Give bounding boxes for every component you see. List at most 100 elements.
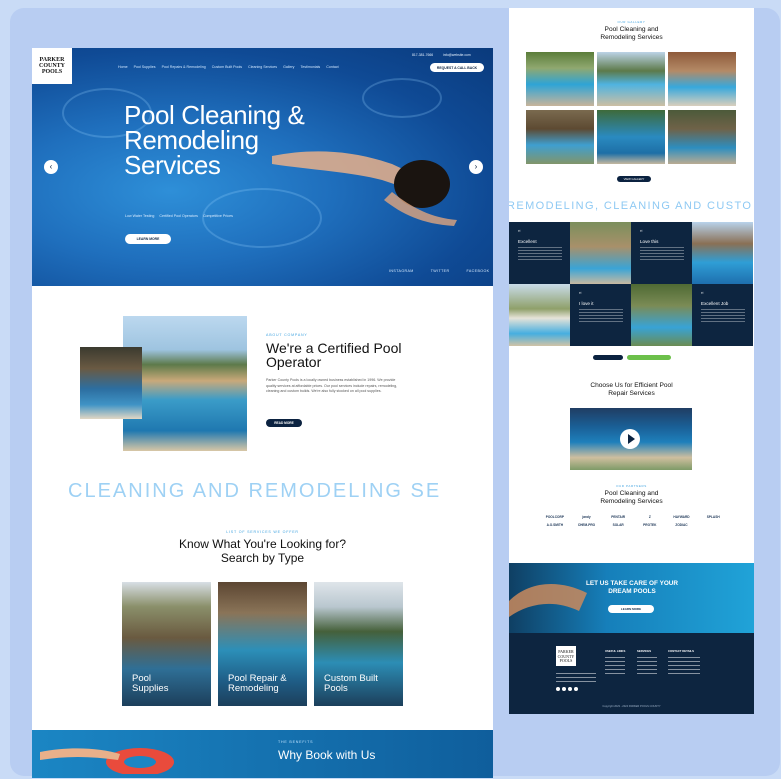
nav-item-contact[interactable]: Contact: [326, 65, 338, 69]
pager-dot[interactable]: [593, 355, 623, 360]
social-instagram[interactable]: INSTAGRAM: [389, 269, 414, 273]
slider-next-icon[interactable]: ›: [469, 160, 483, 174]
video-thumbnail[interactable]: [570, 408, 692, 470]
about-section: ABOUT COMPANY We're a Certified Pool Ope…: [32, 316, 493, 466]
partners-kicker: OUR PARTNERS: [616, 484, 647, 488]
social-icon[interactable]: [562, 687, 566, 691]
nav-item-gallery[interactable]: Gallery: [283, 65, 294, 69]
why-title: Why Book with Us: [278, 748, 376, 762]
partners-title: Pool Cleaning and Remodeling Services: [600, 490, 663, 505]
testimonial-title: Excellent Job: [701, 301, 729, 306]
testimonial-text: [518, 247, 562, 261]
nav-item-home[interactable]: Home: [118, 65, 128, 69]
social-twitter[interactable]: TWITTER: [431, 269, 450, 273]
gallery-kicker: OUR GALLERY: [617, 20, 646, 24]
partner-logo: A.O.SMITH: [546, 523, 564, 527]
hero-section: PARKER COUNTY POOLS Home Pool Supplies P…: [32, 48, 493, 286]
about-title: We're a Certified Pool Operator: [266, 340, 402, 370]
nav-item-pool-repairs[interactable]: Pool Repairs & Remodeling: [162, 65, 206, 69]
play-icon[interactable]: [620, 429, 640, 449]
nav-item-cleaning[interactable]: Cleaning Services: [248, 65, 277, 69]
testimonial-title: I love it: [579, 301, 594, 306]
benefits-band: THE BENEFITS Why Book with Us: [32, 730, 493, 778]
partner-logo: ZODIAC: [675, 523, 688, 527]
landing-page-left: PARKER COUNTY POOLS Home Pool Supplies P…: [32, 48, 493, 778]
gallery-image[interactable]: [526, 110, 594, 164]
float-ring-image: [40, 748, 174, 774]
quote-icon: “: [701, 292, 704, 298]
why-kicker: THE BENEFITS: [278, 740, 314, 744]
lounger-image: [509, 583, 587, 617]
logo-line: POOLS: [41, 69, 63, 75]
slider-prev-icon[interactable]: ‹: [44, 160, 58, 174]
social-facebook[interactable]: FACEBOOK: [466, 269, 489, 273]
services-marquee-right: REMODELING, CLEANING AND CUSTO: [509, 200, 753, 212]
nav-item-testimonials[interactable]: Testimonials: [300, 65, 320, 69]
footer: PARKER COUNTY POOLS USEFUL LINKS SERVICE…: [509, 633, 754, 714]
partner-logo: SPLASH: [706, 515, 720, 519]
testimonial-title: Excellent: [518, 239, 537, 244]
footer-about-text: [556, 673, 596, 683]
hero-tags: Low Water Testing Certified Pool Operato…: [125, 214, 233, 218]
testimonial-text: [640, 247, 684, 261]
hero-socials: INSTAGRAM TWITTER FACEBOOK: [389, 269, 489, 273]
footer-heading: USEFUL LINKS: [605, 649, 626, 653]
brand-logo[interactable]: PARKER COUNTY POOLS: [32, 48, 72, 84]
phone-number[interactable]: 817-381-7666: [412, 53, 433, 57]
testimonial-text: [701, 309, 745, 323]
main-nav: Home Pool Supplies Pool Repairs & Remode…: [118, 65, 339, 69]
service-card-supplies[interactable]: Pool Supplies: [122, 582, 211, 706]
partner-logo: CHEM-PRO: [577, 523, 596, 527]
gallery-image[interactable]: [526, 52, 594, 106]
social-icon[interactable]: [556, 687, 560, 691]
partner-logos: POOLCORP jandy PENTAIR Z HAYWARD SPLASH …: [539, 515, 729, 527]
services-marquee: CLEANING AND REMODELING SE: [68, 480, 442, 502]
gallery-image[interactable]: [597, 110, 665, 164]
about-text: Parker County Pools is a locally owned b…: [266, 378, 398, 394]
footer-contacts[interactable]: [668, 657, 700, 677]
testimonial-pagination: [593, 355, 671, 360]
cta-learn-more-button[interactable]: LEARN MORE: [608, 605, 654, 613]
request-callback-button[interactable]: REQUEST A CALL BACK: [430, 63, 484, 72]
nav-item-pool-supplies[interactable]: Pool Supplies: [134, 65, 156, 69]
partner-logo: Z: [648, 515, 651, 519]
service-card-label: Custom Built Pools: [324, 673, 378, 694]
partner-logo: jandy: [582, 515, 591, 519]
read-more-button[interactable]: READ MORE: [266, 419, 302, 427]
gallery-title: Pool Cleaning and Remodeling Services: [600, 26, 663, 41]
service-card-repair[interactable]: Pool Repair & Remodeling: [218, 582, 307, 706]
landing-page-right: OUR GALLERY Pool Cleaning and Remodeling…: [509, 8, 754, 714]
partner-logo: PENTAIR: [611, 515, 626, 519]
testimonial-image: [631, 284, 692, 346]
nav-item-custom-pools[interactable]: Custom Built Pools: [212, 65, 242, 69]
testimonial-text: [579, 309, 623, 323]
footer-heading: SERVICES: [637, 649, 652, 653]
gallery-image[interactable]: [668, 110, 736, 164]
about-kicker: ABOUT COMPANY: [266, 333, 308, 337]
search-title: Know What You're Looking for? Search by …: [178, 537, 347, 565]
copyright: Copyright 2023 - 2024 PARKER POOLS COUNT…: [602, 705, 661, 708]
testimonial-image: [570, 222, 631, 284]
testimonial-card: “ Excellent: [509, 222, 570, 284]
footer-logo[interactable]: PARKER COUNTY POOLS: [556, 646, 576, 666]
footer-heading: CONTACT DETAILS: [668, 649, 694, 653]
quote-icon: “: [640, 230, 643, 236]
gallery-image[interactable]: [597, 52, 665, 106]
service-card-custom[interactable]: Custom Built Pools: [314, 582, 403, 706]
view-gallery-button[interactable]: VIEW GALLERY: [617, 176, 651, 182]
search-kicker: LIST OF SERVICES WE OFFER: [226, 530, 299, 534]
footer-links[interactable]: [637, 657, 657, 677]
hero-learn-more-button[interactable]: LEARN MORE: [125, 234, 171, 244]
social-icon[interactable]: [568, 687, 572, 691]
testimonial-card: “ I love it: [570, 284, 631, 346]
hero-tag: Low Water Testing: [125, 214, 155, 218]
choose-us-title: Choose Us for Efficient Pool Repair Serv…: [590, 382, 673, 397]
gallery-image[interactable]: [668, 52, 736, 106]
pager-dot-active[interactable]: [627, 355, 671, 360]
email-address[interactable]: info@website.com: [443, 53, 471, 57]
footer-socials: [556, 687, 578, 691]
hero-tag: Certified Pool Operators: [159, 214, 198, 218]
social-icon[interactable]: [574, 687, 578, 691]
footer-links[interactable]: [605, 657, 625, 677]
testimonial-card: “ Excellent Job: [692, 284, 753, 346]
